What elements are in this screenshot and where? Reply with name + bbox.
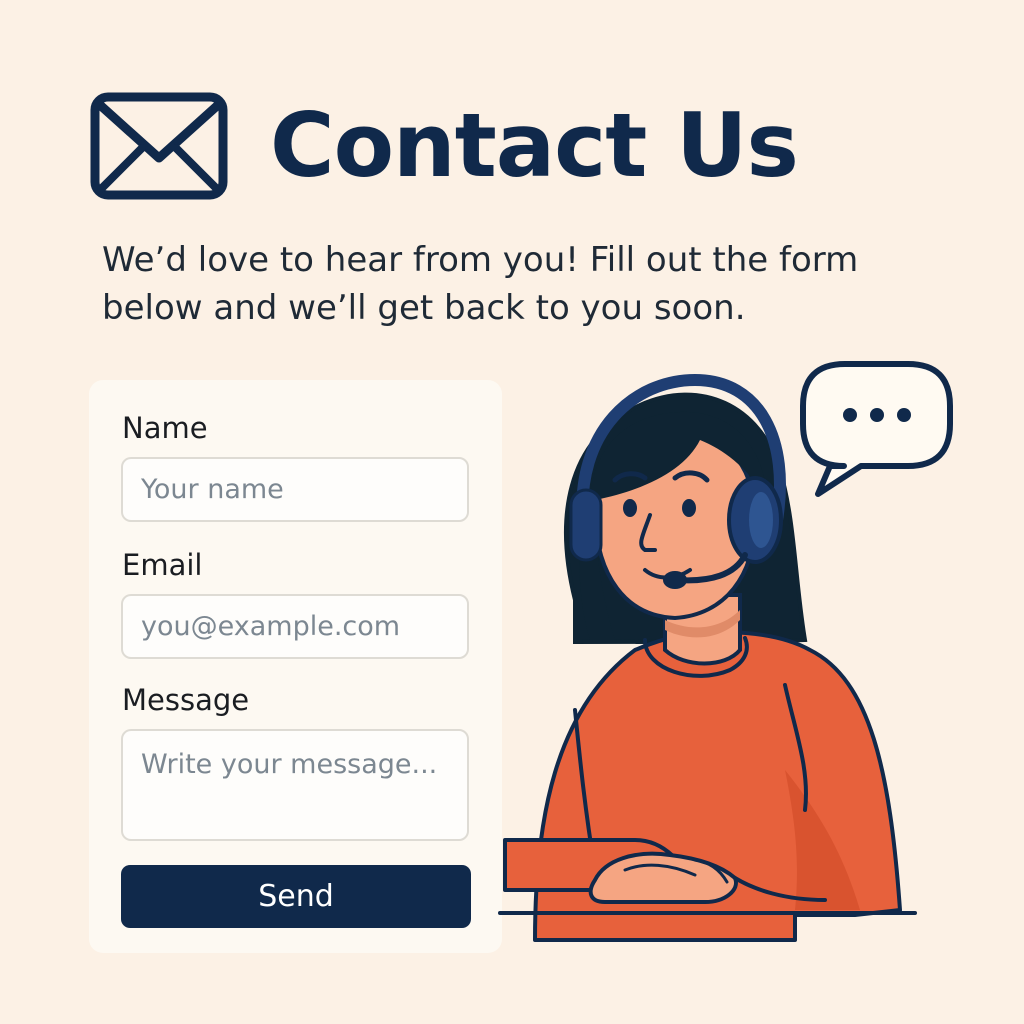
intro-line-2: below and we’ll get back to you soon.	[102, 288, 746, 328]
email-input[interactable]	[121, 594, 469, 659]
name-label: Name	[122, 411, 208, 445]
page-title: Contact Us	[270, 94, 799, 197]
name-input[interactable]	[121, 457, 469, 522]
message-textarea[interactable]	[121, 729, 469, 841]
contact-form: Name Email Message Send	[89, 380, 502, 953]
support-agent-illustration	[498, 361, 953, 942]
header: Contact Us	[90, 92, 799, 200]
right-eye	[682, 499, 696, 517]
message-label: Message	[122, 683, 250, 717]
send-button[interactable]: Send	[121, 865, 471, 928]
headset-earcup-highlight	[749, 492, 773, 548]
headset-earcup-left	[569, 488, 603, 562]
contact-page: Contact Us We’d love to hear from you! F…	[0, 0, 1024, 1024]
speech-bubble-ellipsis-icon	[800, 361, 953, 497]
intro-line-1: We’d love to hear from you! Fill out the…	[102, 240, 859, 280]
email-label: Email	[122, 548, 203, 582]
intro-text: We’d love to hear from you! Fill out the…	[102, 236, 902, 332]
headset-mic	[663, 571, 687, 589]
envelope-icon	[90, 92, 228, 200]
left-eye	[623, 499, 637, 517]
